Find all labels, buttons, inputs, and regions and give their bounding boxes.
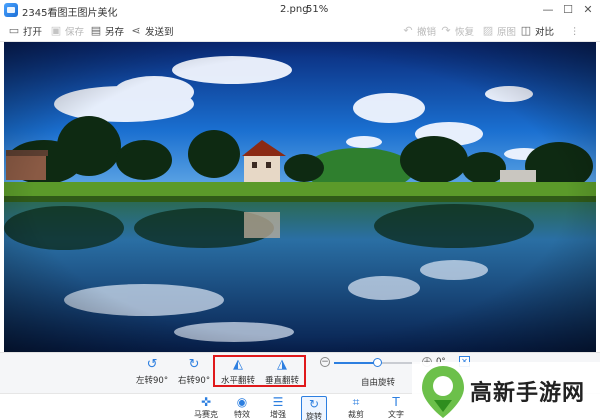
image-icon: ▨ bbox=[482, 24, 494, 37]
redo-icon: ↷ bbox=[441, 24, 451, 37]
site-watermark: 高新手游网 bbox=[412, 362, 600, 420]
rotate-icon: ↻ bbox=[308, 397, 320, 411]
sliders-icon: ☰ bbox=[272, 395, 284, 409]
nav-mosaic[interactable]: ✜ 马赛克 bbox=[194, 396, 218, 420]
save-button[interactable]: ▣ 保存 bbox=[50, 23, 84, 39]
text-icon: T bbox=[392, 395, 400, 409]
nav-mosaic-label: 马赛克 bbox=[194, 410, 218, 419]
slider-thumb[interactable] bbox=[372, 358, 382, 367]
open-button[interactable]: ▭ 打开 bbox=[8, 23, 42, 39]
close-icon[interactable]: ✕ bbox=[580, 2, 596, 18]
rotate-right-button[interactable]: ↻ 右转90° bbox=[178, 357, 211, 387]
original-button[interactable]: ▨ 原图 bbox=[482, 23, 516, 39]
rotate-right-label: 右转90° bbox=[178, 376, 211, 386]
slider-fill bbox=[334, 362, 377, 364]
file-name: 2.png bbox=[280, 4, 309, 15]
undo-label: 撤销 bbox=[417, 27, 437, 38]
rotate-left-button[interactable]: ↺ 左转90° bbox=[136, 357, 169, 387]
mosaic-icon: ✜ bbox=[200, 395, 212, 409]
nav-crop[interactable]: ⌗ 裁剪 bbox=[348, 396, 364, 420]
nav-effects-label: 特效 bbox=[234, 410, 250, 419]
toolbar: ▭ 打开 ▣ 保存 ▤ 另存 ⋖ 发送到 ↶ 撤销 ↷ 恢复 ▨ 原图 ◫ 对比… bbox=[0, 20, 600, 42]
app-logo-icon bbox=[4, 3, 18, 17]
free-rotate-label: 自由旋转 bbox=[361, 378, 396, 388]
effects-icon: ◉ bbox=[236, 395, 248, 409]
compare-label: 对比 bbox=[535, 27, 555, 38]
watermark-logo-icon bbox=[422, 366, 464, 418]
maximize-icon[interactable]: ☐ bbox=[560, 2, 576, 18]
save-label: 保存 bbox=[65, 27, 85, 38]
crop-icon: ⌗ bbox=[352, 395, 360, 409]
watermark-text: 高新手游网 bbox=[470, 381, 586, 406]
compare-button[interactable]: ◫ 对比 bbox=[520, 23, 554, 39]
decrease-icon[interactable]: − bbox=[320, 357, 330, 367]
save-as-label: 另存 bbox=[105, 27, 125, 38]
nav-enhance[interactable]: ☰ 增强 bbox=[270, 396, 286, 420]
undo-icon: ↶ bbox=[403, 24, 413, 37]
send-to-button[interactable]: ⋖ 发送到 bbox=[130, 23, 174, 39]
redo-button[interactable]: ↷ 恢复 bbox=[440, 23, 474, 39]
nav-enhance-label: 增强 bbox=[270, 410, 286, 419]
save-icon: ▣ bbox=[50, 24, 62, 37]
nav-text-label: 文字 bbox=[388, 410, 404, 419]
zoom-level: 51% bbox=[306, 4, 329, 15]
undo-button[interactable]: ↶ 撤销 bbox=[402, 23, 436, 39]
save-as-button[interactable]: ▤ 另存 bbox=[90, 23, 124, 39]
nav-text[interactable]: T 文字 bbox=[388, 396, 404, 420]
nav-effects[interactable]: ◉ 特效 bbox=[234, 396, 250, 420]
open-label: 打开 bbox=[23, 27, 43, 38]
compare-icon: ◫ bbox=[520, 24, 532, 37]
title-bar: 2345看图王图片美化 2.png 51% — ☐ ✕ bbox=[0, 0, 600, 20]
send-to-label: 发送到 bbox=[145, 27, 174, 38]
landscape-photo bbox=[4, 42, 596, 352]
rotate-right-icon: ↻ bbox=[188, 357, 200, 372]
flip-highlight-box bbox=[213, 355, 306, 387]
save-as-icon: ▤ bbox=[90, 24, 102, 37]
nav-rotate-label: 旋转 bbox=[306, 412, 322, 420]
more-icon[interactable]: ⋮ bbox=[570, 23, 580, 39]
minimize-icon[interactable]: — bbox=[540, 2, 556, 18]
app-title: 2345看图王图片美化 bbox=[22, 8, 118, 19]
redo-label: 恢复 bbox=[455, 27, 475, 38]
photo-canvas[interactable] bbox=[4, 42, 596, 352]
original-label: 原图 bbox=[497, 27, 517, 38]
share-icon: ⋖ bbox=[131, 24, 141, 37]
rotate-left-label: 左转90° bbox=[136, 376, 169, 386]
nav-rotate[interactable]: ↻ 旋转 bbox=[301, 396, 327, 420]
rotate-left-icon: ↺ bbox=[146, 357, 158, 372]
nav-crop-label: 裁剪 bbox=[348, 410, 364, 419]
folder-icon: ▭ bbox=[8, 24, 20, 37]
